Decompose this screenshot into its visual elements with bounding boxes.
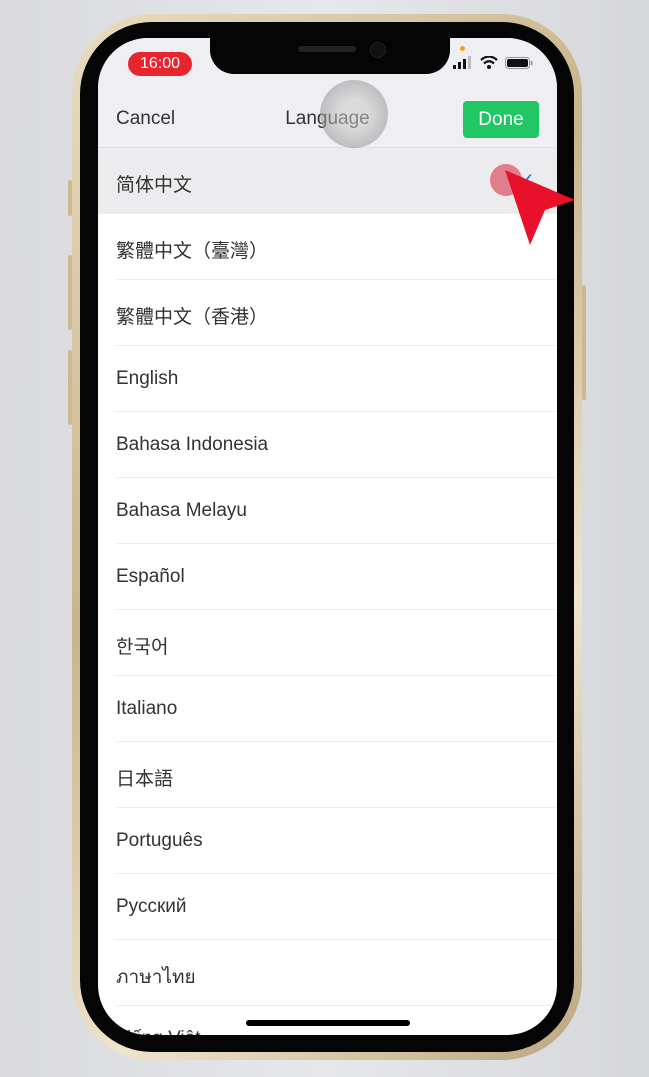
camera (370, 42, 386, 58)
language-row[interactable]: Español (98, 544, 557, 610)
status-time: 16:00 (128, 52, 192, 76)
language-list: 简体中文✓ 繁體中文（臺灣） 繁體中文（香港） English Bahasa Indon… (98, 148, 557, 1035)
language-label: Русский (116, 896, 187, 917)
nav-bar: 16:00 Cancel Language Done (98, 38, 557, 148)
language-row[interactable]: ภาษาไทย (98, 940, 557, 1006)
screen: 16:00 Cancel Language Done 简体中文✓ 繁體中文（臺灣）… (98, 38, 557, 1035)
language-label: Bahasa Melayu (116, 500, 247, 521)
mute-switch (68, 180, 72, 216)
done-button[interactable]: Done (463, 101, 539, 138)
language-row[interactable]: 繁體中文（臺灣） (98, 214, 557, 280)
notch (210, 38, 450, 74)
language-label: English (116, 368, 179, 389)
language-row[interactable]: 繁體中文（香港） (98, 280, 557, 346)
language-row[interactable]: 한국어 (98, 610, 557, 676)
status-icons (453, 56, 533, 69)
language-row[interactable]: Русский (98, 874, 557, 940)
language-row[interactable]: Português (98, 808, 557, 874)
power-button (582, 285, 586, 400)
language-row[interactable]: English (98, 346, 557, 412)
language-label: 日本語 (116, 769, 174, 790)
volume-up-button (68, 255, 72, 330)
language-label: Italiano (116, 698, 178, 719)
language-label: 繁體中文（臺灣） (116, 241, 269, 262)
wifi-icon (480, 56, 498, 69)
language-label: Bahasa Indonesia (116, 434, 269, 455)
battery-icon (505, 56, 533, 69)
privacy-indicator (460, 46, 465, 51)
language-label: Tiếng Việt (116, 1028, 201, 1035)
signal-icon (453, 56, 471, 69)
language-label: 繁體中文（香港） (116, 307, 269, 328)
touch-indicator (320, 80, 388, 148)
language-row[interactable]: Italiano (98, 676, 557, 742)
language-label: 한국어 (116, 637, 169, 658)
language-label: Português (116, 830, 203, 851)
language-label: Español (116, 566, 185, 587)
language-label: 简体中文 (116, 175, 193, 196)
pointer-arrow-icon (505, 170, 575, 245)
language-label: ภาษาไทย (116, 967, 196, 988)
language-row[interactable]: 日本語 (98, 742, 557, 808)
language-row[interactable]: Bahasa Indonesia (98, 412, 557, 478)
language-row[interactable]: Bahasa Melayu (98, 478, 557, 544)
volume-down-button (68, 350, 72, 425)
language-row[interactable]: 简体中文✓ (98, 148, 557, 214)
home-indicator[interactable] (246, 1020, 410, 1026)
speaker (298, 46, 356, 52)
